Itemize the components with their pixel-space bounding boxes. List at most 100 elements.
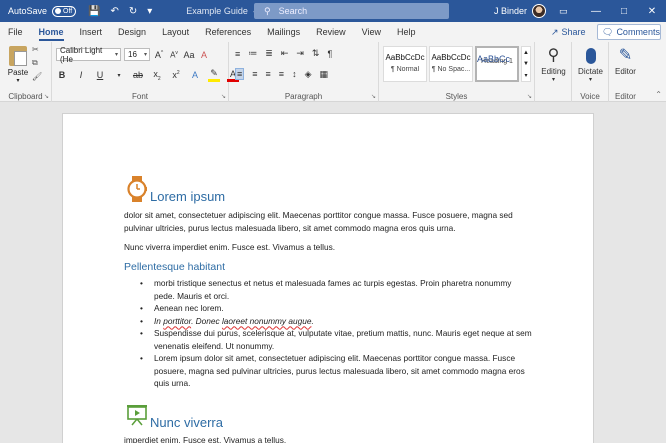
dictate-button[interactable]: Dictate ▾ <box>574 45 607 83</box>
font-size-dropdown[interactable]: 16 ▾ <box>124 48 150 61</box>
minimize-icon[interactable]: — <box>582 0 610 22</box>
undo-icon[interactable]: ↶ <box>110 6 118 17</box>
editor-button[interactable]: ✎ Editor <box>610 45 641 76</box>
align-right-icon[interactable]: ≡ <box>266 69 271 79</box>
tab-layout[interactable]: Layout <box>154 22 197 42</box>
search-placeholder: Search <box>278 6 308 16</box>
numbering-icon[interactable]: ≔ <box>248 48 257 59</box>
chevron-down-icon[interactable]: ▾ <box>113 72 125 79</box>
style-name: ¶ Normal <box>390 66 420 73</box>
share-icon: ↗ <box>551 26 559 37</box>
clear-formatting-icon[interactable]: A <box>198 50 210 60</box>
dialog-launcher-icon[interactable]: ↘ <box>371 93 376 100</box>
editor-pen-icon: ✎ <box>618 47 633 64</box>
maximize-icon[interactable]: □ <box>610 0 638 22</box>
avatar <box>532 4 547 18</box>
change-case-icon[interactable]: Aa <box>183 50 195 60</box>
decrease-indent-icon[interactable]: ⇤ <box>281 48 289 59</box>
sort-icon[interactable]: ⇅ <box>312 48 320 59</box>
superscript-icon[interactable]: x2 <box>170 70 182 80</box>
font-row-1: Calibri Light (He ▾ 16 ▾ A^ Av Aa A <box>56 46 210 64</box>
close-icon[interactable]: ✕ <box>638 0 666 22</box>
autosave-toggle[interactable]: Off <box>52 5 77 17</box>
toggle-knob <box>55 8 62 14</box>
chevron-down-icon: ▾ <box>588 77 592 83</box>
more-icon[interactable]: ▾ <box>524 72 527 79</box>
tab-view[interactable]: View <box>354 22 389 42</box>
list-item: Lorem ipsum dolor sit amet, consectetuer… <box>124 352 534 390</box>
redo-icon[interactable]: ↻ <box>129 6 137 17</box>
style-normal[interactable]: AaBbCcDc ¶ Normal <box>383 46 427 82</box>
dialog-launcher-icon[interactable]: ↘ <box>527 93 532 100</box>
chevron-up-icon[interactable]: ▲ <box>523 50 529 56</box>
style-heading-1[interactable]: AaBbCc Heading 1 <box>475 46 519 82</box>
tab-design[interactable]: Design <box>110 22 154 42</box>
styles-scroll[interactable]: ▲ ▼ ▾ <box>521 46 531 82</box>
user-name: J Binder <box>494 6 528 16</box>
document-page[interactable]: Lorem ipsum dolor sit amet, consectetuer… <box>62 113 594 443</box>
editor-label: Editor <box>615 67 636 76</box>
document-title[interactable]: Example Guide⌄ <box>186 6 257 16</box>
autosave-state: Off <box>63 7 73 15</box>
tab-file[interactable]: File <box>0 22 31 42</box>
tab-mailings[interactable]: Mailings <box>259 22 308 42</box>
show-marks-icon[interactable]: ¶ <box>327 49 332 59</box>
increase-indent-icon[interactable]: ⇥ <box>296 48 304 59</box>
font-name-dropdown[interactable]: Calibri Light (He ▾ <box>56 46 121 64</box>
cut-icon[interactable]: ✂ <box>32 45 42 54</box>
tab-references[interactable]: References <box>197 22 259 42</box>
tab-home[interactable]: Home <box>31 22 72 42</box>
text-run-misspelled: porttitor <box>163 315 192 326</box>
text-effects-icon[interactable]: A <box>189 70 201 80</box>
grow-font-icon[interactable]: A^ <box>153 50 165 60</box>
title-bar: AutoSave Off 💾 ↶ ↻ ▾ Example Guide⌄ ⚲ Se… <box>0 0 666 22</box>
paste-button[interactable]: Paste ▾ <box>6 46 30 84</box>
paragraph-row-1: ≡ ≔ ≣ ⇤ ⇥ ⇅ ¶ <box>235 48 332 59</box>
subscript-icon[interactable]: x2 <box>151 69 163 82</box>
font-size-value: 16 <box>128 50 137 59</box>
save-icon[interactable]: 💾 <box>88 6 100 17</box>
format-painter-icon[interactable]: 🖌 <box>32 72 42 81</box>
tab-review[interactable]: Review <box>308 22 354 42</box>
paste-label: Paste <box>7 68 29 77</box>
copy-icon[interactable]: ⧉ <box>32 58 42 68</box>
paragraph-group: ≡ ≔ ≣ ⇤ ⇥ ⇅ ¶ ≡ ≡ ≡ ≡ ↕ ◈ ▦ Paragraph ↘ <box>229 42 379 102</box>
text-run: . <box>311 315 314 326</box>
bold-icon[interactable]: B <box>56 70 68 80</box>
document-title-text: Example Guide <box>186 6 248 16</box>
dialog-launcher-icon[interactable]: ↘ <box>44 93 49 100</box>
share-button[interactable]: ↗ Share <box>544 24 593 40</box>
multilevel-list-icon[interactable]: ≣ <box>265 48 273 59</box>
paragraph-2: Nunc viverra imperdiet enim. Fusce est. … <box>124 242 336 252</box>
collapse-ribbon-icon[interactable]: ⌃ <box>655 90 662 99</box>
italic-icon[interactable]: I <box>75 70 87 80</box>
heading-lorem-ipsum: Lorem ipsum <box>150 189 226 204</box>
tab-insert[interactable]: Insert <box>72 22 111 42</box>
strikethrough-icon[interactable]: ab <box>132 70 144 80</box>
chevron-down-icon[interactable]: ▼ <box>523 61 529 67</box>
align-left-icon[interactable]: ≡ <box>235 68 245 80</box>
search-box[interactable]: ⚲ Search <box>254 3 449 19</box>
voice-group: Dictate ▾ Voice <box>572 42 609 102</box>
comments-button[interactable]: 🗨 Comments <box>597 24 661 40</box>
underline-icon[interactable]: U <box>94 70 106 80</box>
borders-icon[interactable]: ▦ <box>319 69 328 80</box>
bullet-list: morbi tristique senectus et netus et mal… <box>124 277 534 390</box>
tab-help[interactable]: Help <box>389 22 424 42</box>
bullets-icon[interactable]: ≡ <box>235 49 240 59</box>
watch-icon <box>127 176 147 202</box>
dialog-launcher-icon[interactable]: ↘ <box>221 93 226 100</box>
justify-icon[interactable]: ≡ <box>279 69 284 79</box>
highlight-icon[interactable]: ✎ <box>208 68 220 82</box>
shrink-font-icon[interactable]: Av <box>168 50 180 60</box>
text-run: In <box>154 315 164 326</box>
user-account[interactable]: J Binder ▭ <box>494 0 568 22</box>
line-spacing-icon[interactable]: ↕ <box>292 69 297 79</box>
ribbon-display-icon[interactable]: ▭ <box>559 6 568 17</box>
search-icon: ⚲ <box>547 47 560 64</box>
editing-button[interactable]: ⚲ Editing ▾ <box>537 45 570 83</box>
shading-icon[interactable]: ◈ <box>305 69 312 80</box>
align-center-icon[interactable]: ≡ <box>252 69 257 79</box>
customize-qat-icon[interactable]: ▾ <box>147 6 152 17</box>
style-no-spacing[interactable]: AaBbCcDc ¶ No Spac... <box>429 46 473 82</box>
